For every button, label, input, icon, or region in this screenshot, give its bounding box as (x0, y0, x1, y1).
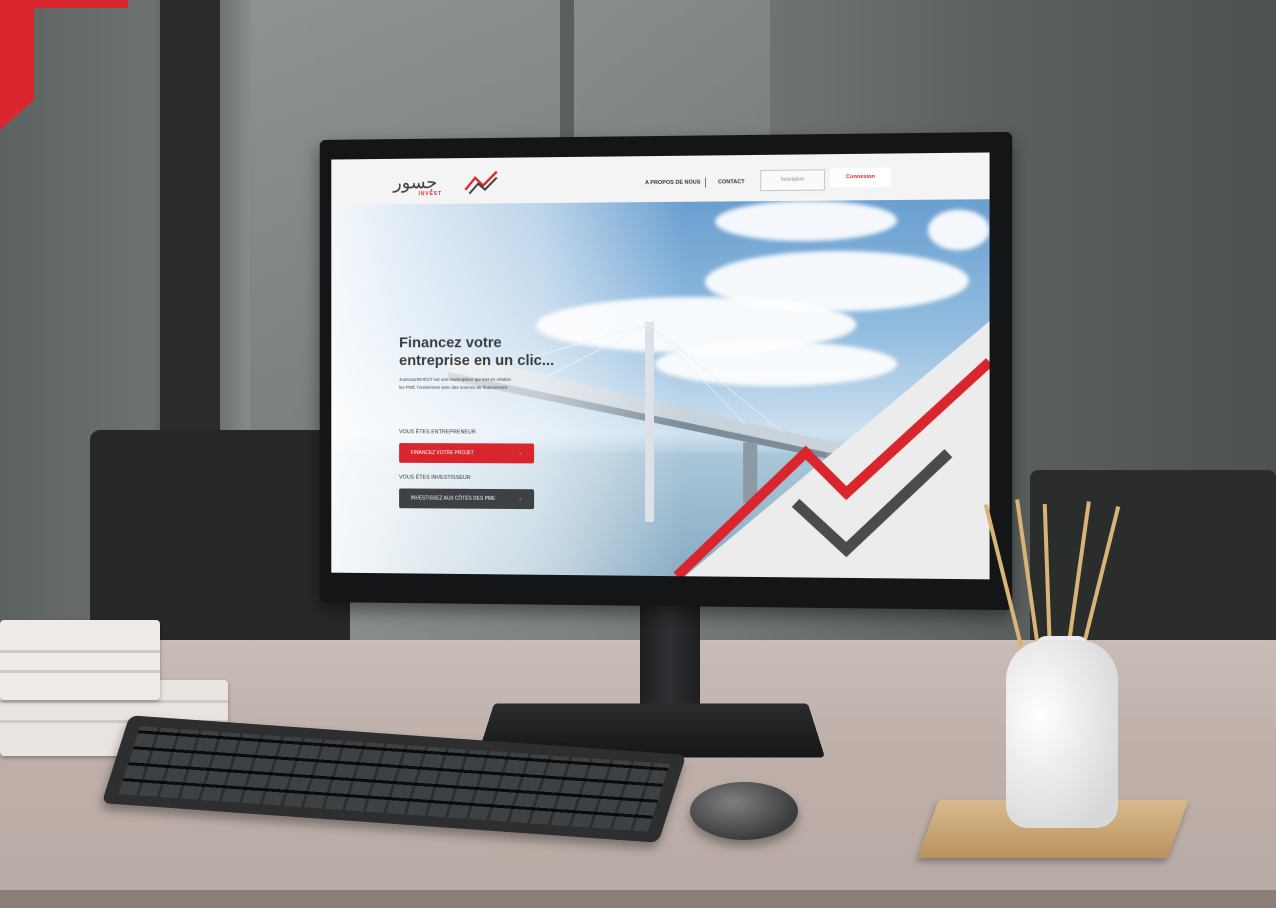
logo-chart-icon (463, 170, 500, 196)
desk-edge (0, 890, 1276, 908)
nav-contact-link[interactable]: CONTACT (718, 179, 745, 185)
connexion-button[interactable]: Connexion (830, 167, 892, 188)
invest-sme-button[interactable]: INVESTISSEZ AUX CÔTÉS DES PME → (399, 488, 535, 510)
diffuser-vase (1006, 640, 1118, 828)
hero-title-line1: Financez votre (399, 334, 502, 352)
investor-label: VOUS ÊTES INVESTISSEUR (399, 474, 471, 481)
hero-description: JoussourINVEST est une marketplace qui m… (399, 376, 511, 390)
arrow-right-icon: → (517, 496, 523, 503)
monitor: جسور INVEST A PROPOS DE NOUS CONTACT Ins… (319, 131, 1013, 611)
invest-sme-button-label: INVESTISSEZ AUX CÔTÉS DES PME (410, 495, 496, 502)
hero-section: Financez votre entreprise en un clic... … (331, 199, 990, 580)
nav-about-link[interactable]: A PROPOS DE NOUS (645, 180, 700, 187)
arrow-right-icon: → (517, 450, 523, 457)
inscription-button[interactable]: Inscription (760, 169, 825, 192)
book-top (0, 620, 160, 700)
entrepreneur-label: VOUS ÊTES ENTREPRENEUR (399, 429, 476, 436)
logo-invest-text: INVEST (418, 190, 443, 198)
monitor-stand-neck (640, 590, 700, 710)
nav-separator (704, 177, 706, 188)
website-screen: جسور INVEST A PROPOS DE NOUS CONTACT Ins… (331, 152, 990, 580)
desk-scene: جسور INVEST A PROPOS DE NOUS CONTACT Ins… (0, 0, 1276, 908)
finance-project-button[interactable]: FINANCEZ VOTRE PROJET → (399, 443, 535, 464)
red-corner-mark (0, 0, 128, 130)
hero-title: Financez votre entreprise en un clic... (399, 334, 595, 370)
site-header: جسور INVEST A PROPOS DE NOUS CONTACT Ins… (331, 152, 990, 205)
hero-title-line2: entreprise en un clic... (399, 352, 555, 370)
finance-project-button-label: FINANCEZ VOTRE PROJET (410, 450, 474, 457)
mouse (690, 782, 798, 840)
